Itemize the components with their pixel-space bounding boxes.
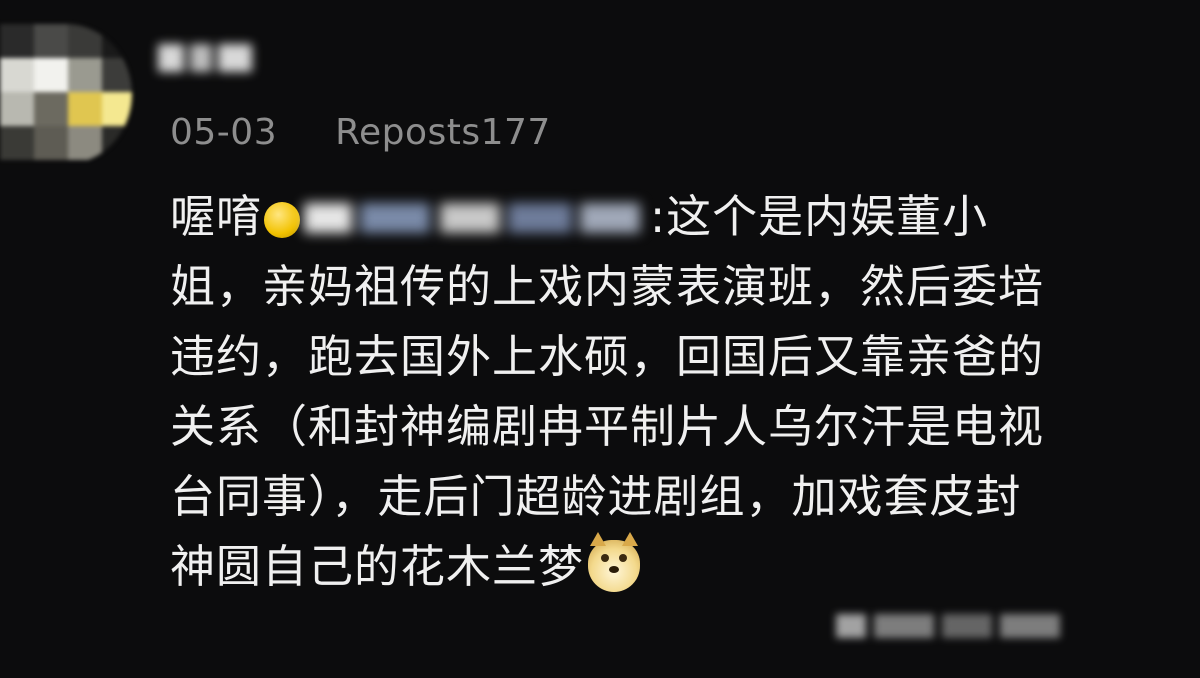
avatar-pixel [0, 24, 34, 58]
avatar-pixel [0, 126, 34, 160]
doge-emoji-icon [588, 532, 641, 592]
comment-screen: 05-03 Reposts177 喔唷 :这个是内娱董小 姐，亲妈祖传的上戏内蒙… [0, 0, 1200, 678]
redaction-block [440, 203, 501, 233]
avatar-pixel [0, 58, 34, 92]
avatar[interactable] [0, 24, 132, 164]
avatar-pixel [102, 24, 132, 58]
avatar-pixel [68, 24, 102, 58]
avatar-pixel [68, 92, 102, 126]
doge-ear [590, 532, 607, 546]
avatar-pixel [102, 126, 132, 160]
post-date: 05-03 [170, 112, 278, 153]
watermark-redacted [836, 604, 1066, 648]
username-redacted[interactable] [158, 36, 268, 80]
comment-line: 姐，亲妈祖传的上戏内蒙表演班，然后委培 [170, 260, 1045, 313]
comment-line: 台同事），走后门超龄进剧组，加戏套皮封 [170, 470, 1022, 523]
avatar-pixel [34, 58, 68, 92]
redaction-block [836, 614, 866, 638]
doge-nose [609, 566, 620, 573]
avatar-pixel [34, 92, 68, 126]
avatar-pixel [68, 126, 102, 160]
comment-body: 喔唷 :这个是内娱董小 姐，亲妈祖传的上戏内蒙表演班，然后委培 违约，跑去国外上… [170, 182, 1170, 602]
redaction-block [508, 203, 573, 233]
redaction-block [190, 44, 212, 72]
redaction-block [218, 44, 252, 72]
redaction-block [1000, 614, 1060, 638]
redaction-block [942, 614, 992, 638]
redaction-block [158, 44, 184, 72]
comment-line: 神圆自己的花木兰梦 [170, 532, 1170, 602]
avatar-pixel [102, 92, 132, 126]
redaction-block [580, 203, 641, 233]
post-meta: 05-03 Reposts177 [170, 112, 551, 153]
comment-line: 喔唷 :这个是内娱董小 [170, 182, 1170, 252]
comment-prefix: 喔唷 [170, 190, 263, 243]
redaction-block [304, 203, 353, 233]
avatar-pixel [0, 92, 34, 126]
redaction-block [874, 614, 934, 638]
mention-redacted[interactable] [300, 187, 650, 247]
comment-line: 关系（和封神编剧冉平制片人乌尔汗是电视 [170, 400, 1045, 453]
comment-text-after-mention: :这个是内娱董小 [650, 190, 989, 243]
repost-count[interactable]: Reposts177 [335, 112, 551, 153]
yellow-face-emoji-icon [264, 202, 301, 238]
avatar-pixel [34, 24, 68, 58]
comment-last-text: 神圆自己的花木兰梦 [170, 540, 585, 593]
comment-line: 违约，跑去国外上水硕，回国后又靠亲爸的 [170, 330, 1045, 383]
avatar-pixel [34, 126, 68, 160]
avatar-pixel [68, 58, 102, 92]
avatar-pixel [102, 58, 132, 92]
doge-ear [622, 532, 639, 546]
redaction-block [360, 203, 431, 233]
